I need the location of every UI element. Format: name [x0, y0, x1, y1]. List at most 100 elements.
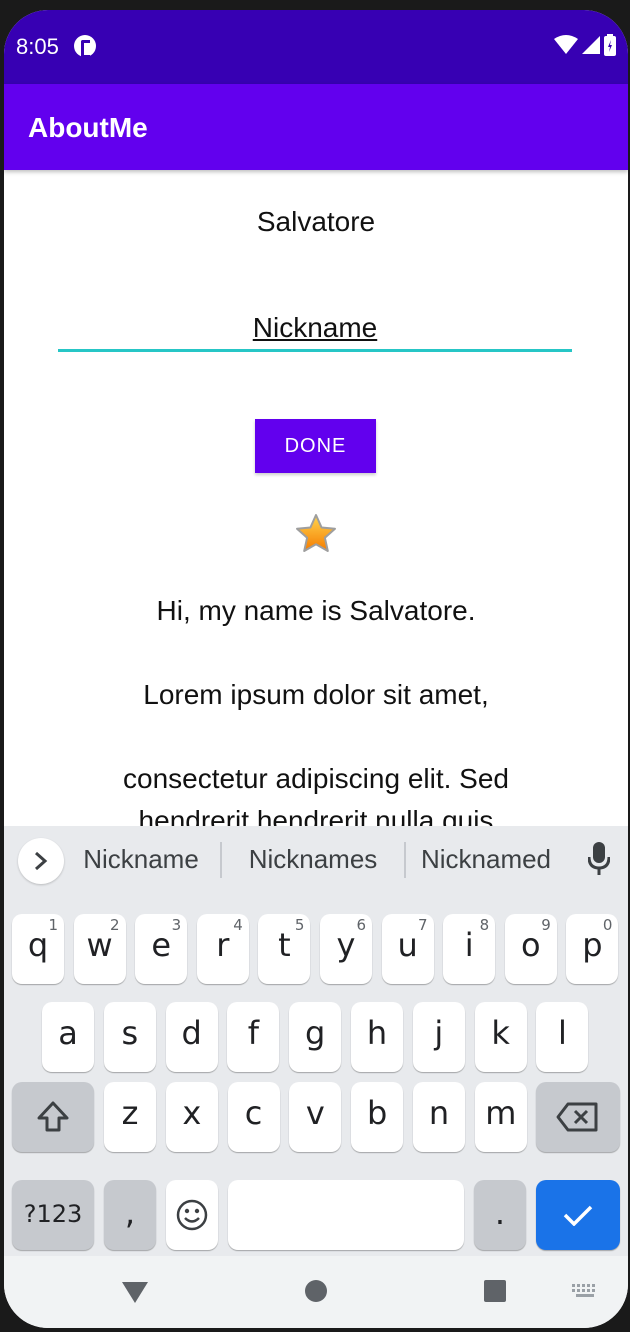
key-h[interactable]: h [351, 1002, 403, 1072]
main-content: Salvatore DONE Hi, my name is Salvatore.… [4, 170, 628, 826]
key-hint: 7 [418, 916, 428, 934]
period-key-label: . [494, 1194, 506, 1232]
keyboard-switch-icon[interactable] [572, 1284, 598, 1298]
key-e[interactable]: e3 [135, 914, 188, 984]
recents-icon[interactable] [484, 1280, 506, 1302]
suggestion-3[interactable]: Nicknamed [414, 844, 558, 875]
back-icon[interactable] [121, 1280, 149, 1304]
key-q[interactable]: q1 [12, 914, 64, 984]
space-key[interactable] [228, 1180, 464, 1250]
key-p[interactable]: p0 [566, 914, 619, 984]
suggestion-divider [220, 842, 222, 878]
app-title: AboutMe [28, 112, 148, 143]
app-notification-icon [74, 35, 96, 58]
key-m[interactable]: m [474, 1082, 527, 1152]
bio-paragraph: Lorem ipsum dolor sit amet, [143, 679, 489, 710]
key-label: f [247, 1014, 260, 1052]
app-bar: AboutMe [4, 84, 628, 170]
key-hint: 8 [479, 916, 490, 934]
key-hint: 1 [48, 916, 58, 934]
suggestion-2[interactable]: Nicknames [234, 844, 392, 875]
suggestion-bar: Nickname Nicknames Nicknamed [4, 826, 628, 902]
phone-screen: 8:05 AboutMe Salvatore DONE [4, 10, 628, 1328]
key-label: a [58, 1014, 78, 1052]
key-label: c [244, 1094, 263, 1132]
home-icon[interactable] [305, 1280, 327, 1302]
key-d[interactable]: d [165, 1002, 218, 1072]
status-bar: 8:05 [4, 10, 628, 84]
key-label: b [367, 1094, 388, 1132]
key-hint: 0 [602, 916, 613, 934]
shift-key[interactable] [12, 1082, 94, 1152]
key-label: v [305, 1094, 325, 1132]
comma-key[interactable]: , [104, 1180, 156, 1250]
key-label: h [366, 1014, 388, 1052]
key-hint: 9 [541, 916, 551, 934]
key-label: g [305, 1014, 326, 1052]
key-label: x [182, 1094, 202, 1132]
key-label: s [121, 1014, 139, 1052]
bio-paragraph: Hi, my name is Salvatore. [156, 595, 476, 626]
suggestion-1[interactable]: Nickname [74, 844, 208, 875]
key-g[interactable]: g [289, 1002, 342, 1072]
navigation-bar [4, 1256, 628, 1328]
shift-icon [37, 1101, 69, 1132]
key-label: z [121, 1094, 139, 1132]
key-label: j [434, 1014, 444, 1052]
key-n[interactable]: n [413, 1082, 465, 1152]
key-w[interactable]: w2 [73, 914, 126, 984]
key-o[interactable]: o9 [504, 914, 557, 984]
period-key[interactable]: . [474, 1180, 526, 1250]
key-label: k [491, 1014, 510, 1052]
enter-check-icon [563, 1205, 593, 1226]
key-hint: 2 [110, 916, 120, 934]
bio-paragraph: consectetur adipiscing elit. Sed hendrer… [123, 763, 509, 826]
key-b[interactable]: b [351, 1082, 404, 1152]
status-icons [554, 34, 616, 56]
key-k[interactable]: k [474, 1002, 527, 1072]
expand-suggestions-button[interactable] [18, 838, 64, 884]
key-v[interactable]: v [289, 1082, 342, 1152]
wifi-icon [554, 35, 578, 54]
key-label: l [557, 1014, 567, 1052]
signal-icon [582, 36, 600, 54]
star-icon [296, 514, 336, 552]
key-u[interactable]: u7 [381, 914, 434, 984]
key-hint: 3 [171, 916, 182, 934]
key-label: n [428, 1094, 450, 1132]
emoji-icon [176, 1199, 208, 1231]
key-hint: 5 [294, 916, 305, 934]
key-x[interactable]: x [165, 1082, 218, 1152]
emoji-key[interactable] [166, 1180, 218, 1250]
chevron-right-icon [35, 851, 48, 871]
battery-icon [604, 34, 616, 56]
key-z[interactable]: z [104, 1082, 156, 1152]
key-hint: 6 [356, 916, 366, 934]
backspace-key[interactable] [536, 1082, 620, 1152]
key-j[interactable]: j [412, 1002, 465, 1072]
done-button[interactable]: DONE [255, 419, 376, 473]
name-text: Salvatore [256, 206, 376, 237]
status-time: 8:05 [16, 34, 59, 59]
key-f[interactable]: f [227, 1002, 280, 1072]
key-l[interactable]: l [536, 1002, 589, 1072]
key-a[interactable]: a [42, 1002, 94, 1072]
key-r[interactable]: r4 [196, 914, 249, 984]
comma-key-label: , [124, 1194, 136, 1232]
bio-text: Hi, my name is Salvatore. Lorem ipsum do… [64, 590, 568, 826]
key-label: m [485, 1094, 517, 1132]
key-s[interactable]: s [103, 1002, 156, 1072]
key-hint: 4 [233, 916, 243, 934]
key-y[interactable]: y6 [320, 914, 372, 984]
key-t[interactable]: t5 [258, 914, 311, 984]
key-c[interactable]: c [227, 1082, 280, 1152]
soft-keyboard: Nickname Nicknames Nicknamed q1w2e3r4t5y… [4, 826, 628, 1256]
mic-icon[interactable] [588, 842, 610, 876]
symbols-key-label: ?123 [23, 1200, 83, 1228]
symbols-key[interactable]: ?123 [12, 1180, 94, 1250]
backspace-icon [556, 1102, 598, 1132]
nickname-input[interactable] [58, 306, 572, 352]
enter-key[interactable] [536, 1180, 620, 1250]
suggestion-divider [404, 842, 406, 878]
key-i[interactable]: i8 [443, 914, 496, 984]
